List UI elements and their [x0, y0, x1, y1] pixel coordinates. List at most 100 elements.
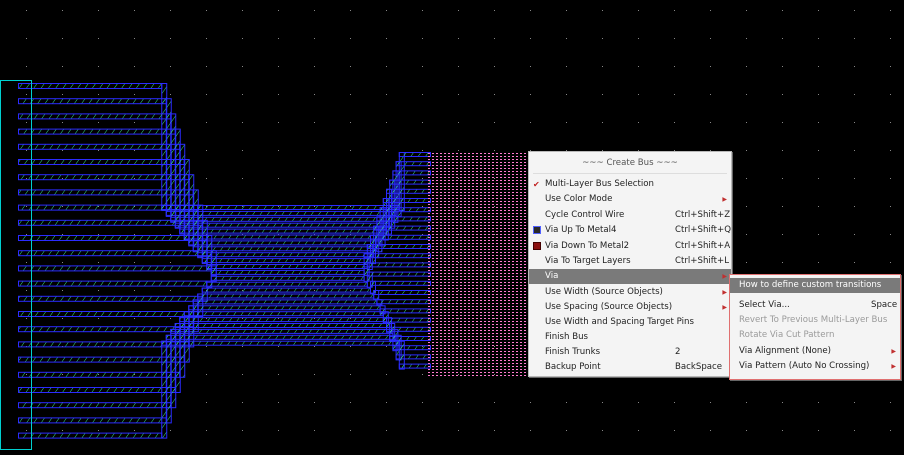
- grid-dot: [530, 94, 531, 95]
- menu-item-via-alignment[interactable]: Via Alignment (None) ▶: [730, 344, 900, 359]
- grid-dot: [746, 66, 747, 67]
- grid-dot: [674, 38, 675, 39]
- menu-item-revert-previous-bus[interactable]: Revert To Previous Multi-Layer Bus: [730, 313, 900, 328]
- grid-dot: [26, 66, 27, 67]
- menu-item-cycle-control-wire[interactable]: Cycle Control Wire Ctrl+Shift+Z: [529, 208, 731, 223]
- wire-segment: [179, 228, 387, 234]
- grid-dot: [386, 402, 387, 403]
- grid-dot: [98, 318, 99, 319]
- wire-segment: [210, 275, 365, 281]
- grid-dot: [62, 94, 63, 95]
- wire-segment: [165, 334, 397, 340]
- submenu-arrow-icon: ▶: [722, 289, 727, 296]
- wire-segment: [183, 311, 384, 317]
- grid-dot: [854, 402, 855, 403]
- bus-wires: [18, 83, 432, 439]
- wire-segment: [18, 402, 172, 409]
- menu-item-via-down[interactable]: Via Down To Metal2 Ctrl+Shift+A: [529, 239, 731, 254]
- menu-item-rotate-via-cut-pattern[interactable]: Rotate Via Cut Pattern: [730, 328, 900, 343]
- grid-dot: [206, 430, 207, 431]
- wire-segment: [370, 280, 431, 286]
- grid-dot: [242, 430, 243, 431]
- grid-dot: [278, 122, 279, 123]
- menu-item-custom-transitions-help[interactable]: How to define custom transitions: [730, 278, 900, 293]
- wire-segment: [379, 207, 432, 213]
- wire-segment: [170, 328, 394, 334]
- wire-segment: [363, 253, 432, 259]
- menu-item-via[interactable]: Via ▶: [529, 269, 731, 284]
- grid-dot: [782, 150, 783, 151]
- grid-dot: [278, 10, 279, 11]
- grid-dot: [170, 318, 171, 319]
- grid-dot: [782, 206, 783, 207]
- grid-dot: [854, 430, 855, 431]
- menu-item-via-pattern[interactable]: Via Pattern (Auto No Crossing) ▶: [730, 359, 900, 374]
- wire-segment: [188, 240, 381, 246]
- grid-dot: [782, 122, 783, 123]
- grid-dot: [134, 150, 135, 151]
- grid-dot: [638, 94, 639, 95]
- grid-dot: [818, 150, 819, 151]
- grid-dot: [26, 94, 27, 95]
- wire-segment: [386, 188, 431, 194]
- wire-segment: [18, 280, 208, 287]
- grid-dot: [782, 430, 783, 431]
- wire-segment: [18, 219, 203, 226]
- grid-dot: [422, 150, 423, 151]
- grid-dot: [314, 38, 315, 39]
- grid-dot: [206, 150, 207, 151]
- layout-canvas[interactable]: [0, 0, 904, 455]
- grid-dot: [746, 150, 747, 151]
- menu-item-use-color-mode[interactable]: Use Color Mode ▶: [529, 192, 731, 207]
- menu-item-use-spacing[interactable]: Use Spacing (Source Objects) ▶: [529, 300, 731, 315]
- wire-segment: [370, 234, 431, 240]
- grid-dot: [26, 262, 27, 263]
- menu-item-via-up[interactable]: Via Up To Metal4 Ctrl+Shift+Q: [529, 223, 731, 238]
- menu-item-finish-trunks[interactable]: Finish Trunks 2: [529, 345, 731, 360]
- grid-dot: [26, 38, 27, 39]
- menu-item-via-to-target-layers[interactable]: Via To Target Layers Ctrl+Shift+L: [529, 254, 731, 269]
- grid-dot: [242, 10, 243, 11]
- wire-segment: [398, 152, 431, 157]
- grid-dot: [638, 38, 639, 39]
- grid-dot: [854, 234, 855, 235]
- menu-item-use-width[interactable]: Use Width (Source Objects) ▶: [529, 285, 731, 300]
- grid-dot: [314, 402, 315, 403]
- wire-segment: [395, 161, 432, 167]
- grid-dot: [422, 66, 423, 67]
- grid-dot: [26, 150, 27, 151]
- grid-dot: [26, 122, 27, 123]
- menu-item-select-via[interactable]: Select Via... Space: [730, 298, 900, 313]
- grid-dot: [530, 122, 531, 123]
- grid-dot: [422, 374, 423, 375]
- grid-dot: [674, 122, 675, 123]
- grid-dot: [422, 430, 423, 431]
- grid-dot: [890, 430, 891, 431]
- wire-segment: [18, 432, 163, 439]
- grid-dot: [350, 38, 351, 39]
- grid-dot: [170, 290, 171, 291]
- grid-dot: [458, 402, 459, 403]
- grid-dot: [710, 10, 711, 11]
- grid-dot: [746, 178, 747, 179]
- grid-dot: [386, 38, 387, 39]
- menu-item-multi-layer-bus-selection[interactable]: ✔ Multi-Layer Bus Selection: [529, 177, 731, 192]
- menu-item-finish-bus[interactable]: Finish Bus: [529, 330, 731, 345]
- grid-dot: [98, 122, 99, 123]
- menu-item-use-width-spacing-target[interactable]: Use Width and Spacing Target Pins: [529, 315, 731, 330]
- wire-segment: [18, 128, 176, 135]
- grid-dot: [602, 402, 603, 403]
- grid-dot: [530, 402, 531, 403]
- grid-dot: [350, 402, 351, 403]
- grid-dot: [818, 178, 819, 179]
- grid-dot: [566, 430, 567, 431]
- wire-segment: [18, 189, 194, 196]
- wire-segment: [398, 363, 431, 369]
- grid-dot: [746, 430, 747, 431]
- grid-dot: [746, 38, 747, 39]
- grid-dot: [854, 94, 855, 95]
- grid-dot: [170, 38, 171, 39]
- grid-dot: [314, 150, 315, 151]
- menu-item-backup-point[interactable]: Backup Point BackSpace: [529, 360, 731, 375]
- grid-dot: [206, 178, 207, 179]
